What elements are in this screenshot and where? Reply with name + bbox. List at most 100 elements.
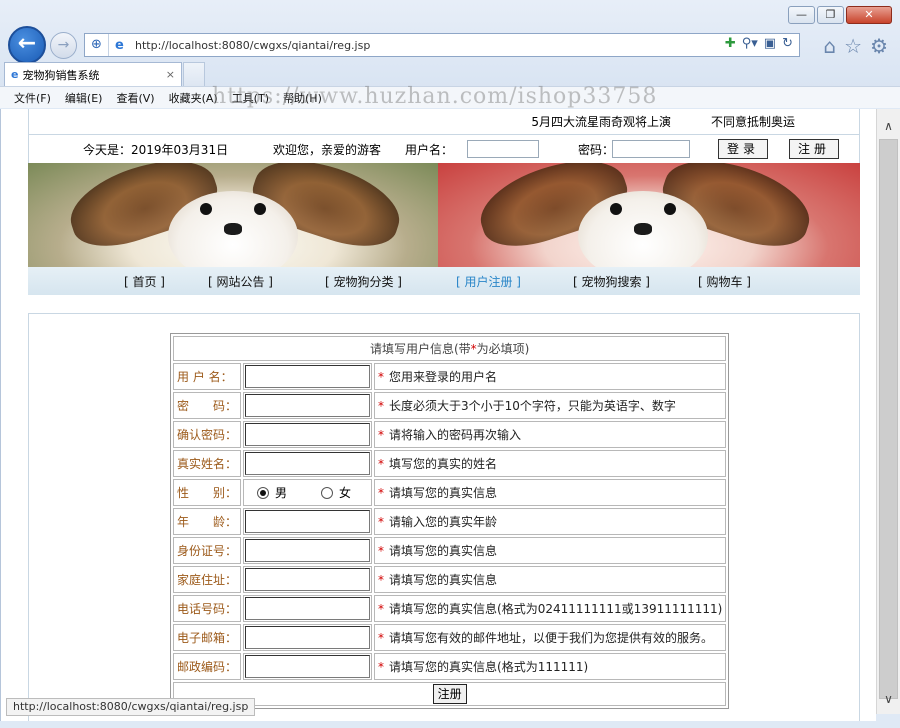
menu-edit[interactable]: 编辑(E): [65, 90, 103, 106]
menu-help[interactable]: 帮助(H): [283, 90, 322, 106]
password-input[interactable]: [245, 394, 371, 417]
close-window-button[interactable]: ✕: [846, 6, 892, 24]
maximize-button[interactable]: ❐: [817, 6, 844, 24]
nav-dog-search[interactable]: [ 宠物狗搜索 ]: [573, 273, 650, 290]
search-icon[interactable]: ⚲▾: [742, 36, 758, 51]
field-label: 年 龄：: [173, 508, 242, 535]
form-row-age: 年 龄： * 请输入您的真实年龄: [173, 508, 727, 535]
settings-gear-icon[interactable]: ⚙: [870, 34, 888, 58]
form-header: 请填写用户信息(带*为必填项): [173, 336, 727, 361]
postcode-input[interactable]: [245, 655, 371, 678]
banner-dog-image-right: [438, 163, 860, 267]
tab-title: 宠物狗销售系统: [22, 68, 100, 82]
field-label: 电话号码：: [173, 595, 242, 622]
form-row-postcode: 邮政编码： * 请填写您的真实信息(格式为111111): [173, 653, 727, 680]
content-panel: 请填写用户信息(带*为必填项) 用 户 名： * 您用来登录的用户名 密 码： *…: [28, 313, 860, 721]
nav-cart[interactable]: [ 购物车 ]: [698, 273, 751, 290]
id-number-input[interactable]: [245, 539, 371, 562]
gender-male-radio[interactable]: 男: [257, 484, 287, 501]
form-row-address: 家庭住址： * 请填写您的真实信息: [173, 566, 727, 593]
username-input[interactable]: [245, 365, 371, 388]
scroll-down-icon[interactable]: ∨: [877, 688, 900, 710]
field-label: 邮政编码：: [173, 653, 242, 680]
login-button[interactable]: 登录: [718, 139, 768, 159]
login-password-input[interactable]: [612, 140, 690, 158]
scroll-up-icon[interactable]: ∧: [877, 115, 900, 137]
age-input[interactable]: [245, 510, 371, 533]
field-hint: * 请填写您的真实信息: [374, 479, 727, 506]
nav-announcements[interactable]: [ 网站公告 ]: [208, 273, 273, 290]
shield-icon[interactable]: ⊕: [85, 34, 109, 56]
browser-tab[interactable]: e 宠物狗销售系统 ×: [4, 62, 182, 86]
ticker-item-2[interactable]: 不同意抵制奥运: [711, 113, 795, 130]
field-hint: * 请输入您的真实年龄: [374, 508, 727, 535]
tab-close-icon[interactable]: ×: [166, 68, 175, 81]
nav-home[interactable]: [ 首页 ]: [124, 273, 165, 290]
address-input[interactable]: [245, 568, 371, 591]
field-label: 密 码：: [173, 392, 242, 419]
registration-form: 请填写用户信息(带*为必填项) 用 户 名： * 您用来登录的用户名 密 码： *…: [170, 333, 730, 709]
news-ticker: 5月四大流星雨奇观将上演 不同意抵制奥运: [28, 109, 860, 135]
address-bar[interactable]: ⊕ e http://localhost:8080/cwgxs/qiantai/…: [84, 33, 800, 57]
menu-tools[interactable]: 工具(T): [232, 90, 269, 106]
form-row-real-name: 真实姓名： * 填写您的真实的姓名: [173, 450, 727, 477]
field-hint: * 请将输入的密码再次输入: [374, 421, 727, 448]
menu-file[interactable]: 文件(F): [14, 90, 51, 106]
real-name-input[interactable]: [245, 452, 371, 475]
field-hint: * 长度必须大于3个小于10个字符，只能为英语字、数字: [374, 392, 727, 419]
banner: [28, 163, 860, 267]
email-input[interactable]: [245, 626, 371, 649]
ie-page-icon: e: [115, 37, 124, 53]
window-controls: — ❐ ✕: [788, 6, 892, 24]
field-label: 性 别：: [173, 479, 242, 506]
minimize-button[interactable]: —: [788, 6, 815, 24]
menu-view[interactable]: 查看(V): [116, 90, 154, 106]
address-url[interactable]: http://localhost:8080/cwgxs/qiantai/reg.…: [135, 39, 370, 52]
scrollbar-thumb[interactable]: [879, 139, 898, 699]
submit-register-button[interactable]: 注册: [432, 684, 467, 704]
favorites-star-icon[interactable]: ☆: [844, 34, 862, 58]
field-hint: * 请填写您的真实信息: [374, 537, 727, 564]
new-tab-button[interactable]: [183, 62, 205, 86]
menu-favorites[interactable]: 收藏夹(A): [169, 90, 218, 106]
nav-dog-categories[interactable]: [ 宠物狗分类 ]: [325, 273, 402, 290]
login-username-input[interactable]: [467, 140, 539, 158]
ticker-item-1[interactable]: 5月四大流星雨奇观将上演: [531, 113, 671, 130]
login-bar: 今天是：2019年03月31日 欢迎您，亲爱的游客 用户名： 密码： 登录 注册: [28, 135, 860, 163]
nav-user-register[interactable]: [ 用户注册 ]: [456, 273, 521, 290]
form-row-confirm-password: 确认密码： * 请将输入的密码再次输入: [173, 421, 727, 448]
username-label: 用户名：: [405, 142, 454, 157]
field-hint: * 请填写您的真实信息(格式为111111): [374, 653, 727, 680]
browser-chrome: — ❐ ✕ ← → ⊕ e http://localhost:8080/cwgx…: [0, 0, 900, 109]
field-label: 家庭住址：: [173, 566, 242, 593]
form-row-gender: 性 别： 男 女 * 请填写您的真实信息: [173, 479, 727, 506]
refresh-icon[interactable]: ↻: [782, 36, 793, 51]
form-row-password: 密 码： * 长度必须大于3个小于10个字符，只能为英语字、数字: [173, 392, 727, 419]
field-label: 用 户 名：: [173, 363, 242, 390]
form-row-phone: 电话号码： * 请填写您的真实信息(格式为02411111111或13911111…: [173, 595, 727, 622]
page: 5月四大流星雨奇观将上演 不同意抵制奥运 今天是：2019年03月31日 欢迎您…: [28, 109, 860, 721]
phone-input[interactable]: [245, 597, 371, 620]
field-label: 电子邮箱：: [173, 624, 242, 651]
vertical-scrollbar[interactable]: ∧ ∨: [876, 109, 900, 714]
field-hint: * 填写您的真实的姓名: [374, 450, 727, 477]
status-bar-url: http://localhost:8080/cwgxs/qiantai/reg.…: [6, 698, 256, 716]
gender-female-radio[interactable]: 女: [321, 484, 351, 501]
confirm-password-input[interactable]: [245, 423, 371, 446]
password-label: 密码：: [578, 142, 615, 157]
menu-bar: 文件(F) 编辑(E) 查看(V) 收藏夹(A) 工具(T) 帮助(H): [0, 86, 900, 108]
field-hint: * 您用来登录的用户名: [374, 363, 727, 390]
field-hint: * 请填写您的真实信息(格式为02411111111或13911111111): [374, 595, 727, 622]
page-icon[interactable]: ▣: [764, 36, 776, 51]
welcome-text: 欢迎您，亲爱的游客: [273, 142, 382, 157]
banner-dog-image-left: [28, 163, 438, 267]
field-label: 真实姓名：: [173, 450, 242, 477]
back-arrow-icon[interactable]: ←: [8, 26, 46, 64]
site-nav: [ 首页 ] [ 网站公告 ] [ 宠物狗分类 ] [ 用户注册 ] [ 宠物狗…: [28, 267, 860, 295]
home-icon[interactable]: ⌂: [823, 34, 836, 58]
field-label: 身份证号：: [173, 537, 242, 564]
register-link-button[interactable]: 注册: [789, 139, 839, 159]
address-tools: ✚ ⚲▾ ▣ ↻: [725, 36, 793, 51]
compatibility-icon[interactable]: ✚: [725, 36, 736, 51]
forward-arrow-icon[interactable]: →: [50, 32, 77, 59]
